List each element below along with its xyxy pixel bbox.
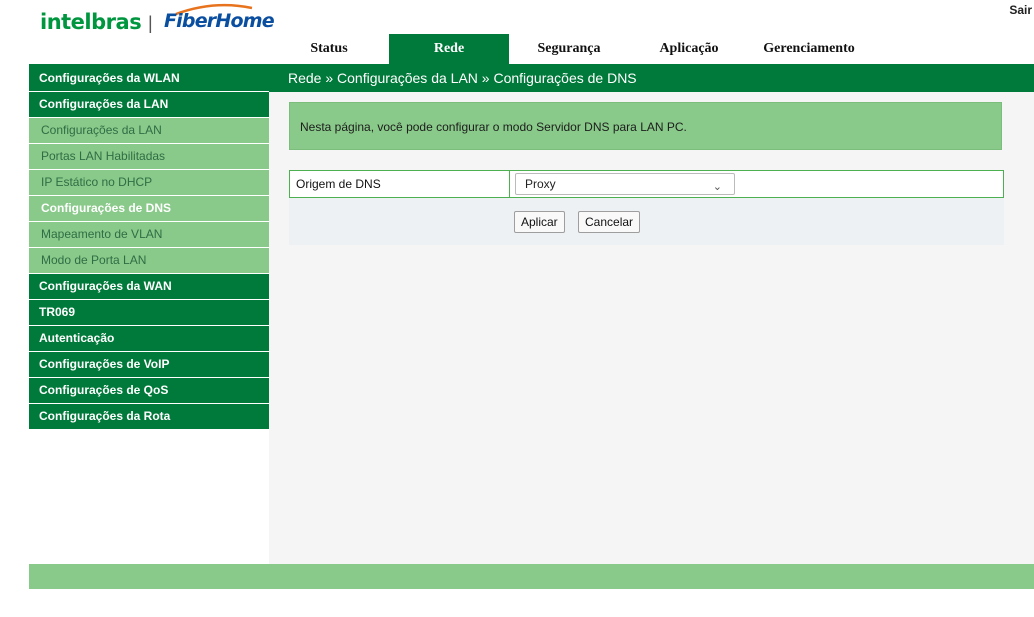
sidebar-item-voip[interactable]: Configurações de VoIP: [29, 352, 269, 378]
dns-origin-select[interactable]: Proxy ⌄: [515, 173, 735, 195]
sidebar-subitem-vlan-mapping[interactable]: Mapeamento de VLAN: [29, 222, 269, 248]
chevron-down-icon: ⌄: [712, 181, 722, 193]
dns-origin-value: Proxy: [525, 177, 556, 191]
dns-origin-label: Origem de DNS: [290, 171, 510, 197]
tab-rede[interactable]: Rede: [389, 34, 509, 64]
breadcrumb: Rede » Configurações da LAN » Configuraç…: [288, 70, 637, 86]
sidebar-subitem-lan-port-mode[interactable]: Modo de Porta LAN: [29, 248, 269, 274]
intelbras-logo: intelbras: [40, 10, 142, 34]
sidebar-item-tr069[interactable]: TR069: [29, 300, 269, 326]
sidebar-item-qos[interactable]: Configurações de QoS: [29, 378, 269, 404]
dns-form: Origem de DNS Proxy ⌄ Aplicar Cancelar: [289, 170, 1004, 245]
sidebar-subitem-lan-ports[interactable]: Portas LAN Habilitadas: [29, 144, 269, 170]
sidebar-item-route[interactable]: Configurações da Rota: [29, 404, 269, 430]
sidebar-item-wlan[interactable]: Configurações da WLAN: [29, 66, 269, 92]
tab-status[interactable]: Status: [269, 34, 389, 64]
tab-aplicacao[interactable]: Aplicação: [629, 34, 749, 64]
info-message: Nesta página, você pode configurar o mod…: [289, 102, 1002, 150]
cancel-button[interactable]: Cancelar: [578, 211, 641, 233]
fiberhome-logo: FiberHome: [164, 10, 275, 32]
logout-link[interactable]: Sair: [1009, 3, 1032, 17]
sidebar: Configurações da WLAN Configurações da L…: [29, 66, 269, 430]
footer-bar: [29, 564, 1034, 589]
dns-origin-row: Origem de DNS Proxy ⌄: [289, 170, 1004, 198]
sidebar-item-lan[interactable]: Configurações da LAN: [29, 92, 269, 118]
sidebar-subitem-lan-config[interactable]: Configurações da LAN: [29, 118, 269, 144]
logo-separator: |: [148, 13, 153, 33]
sidebar-item-auth[interactable]: Autenticação: [29, 326, 269, 352]
tab-seguranca[interactable]: Segurança: [509, 34, 629, 64]
content-area: [269, 92, 1034, 564]
apply-button[interactable]: Aplicar: [514, 211, 565, 233]
sidebar-subitem-dns[interactable]: Configurações de DNS: [29, 196, 269, 222]
main-tabs: Status Rede Segurança Aplicação Gerencia…: [269, 34, 869, 64]
sidebar-item-wan[interactable]: Configurações da WAN: [29, 274, 269, 300]
sidebar-subitem-dhcp-static-ip[interactable]: IP Estático no DHCP: [29, 170, 269, 196]
tab-gerenciamento[interactable]: Gerenciamento: [749, 34, 869, 64]
